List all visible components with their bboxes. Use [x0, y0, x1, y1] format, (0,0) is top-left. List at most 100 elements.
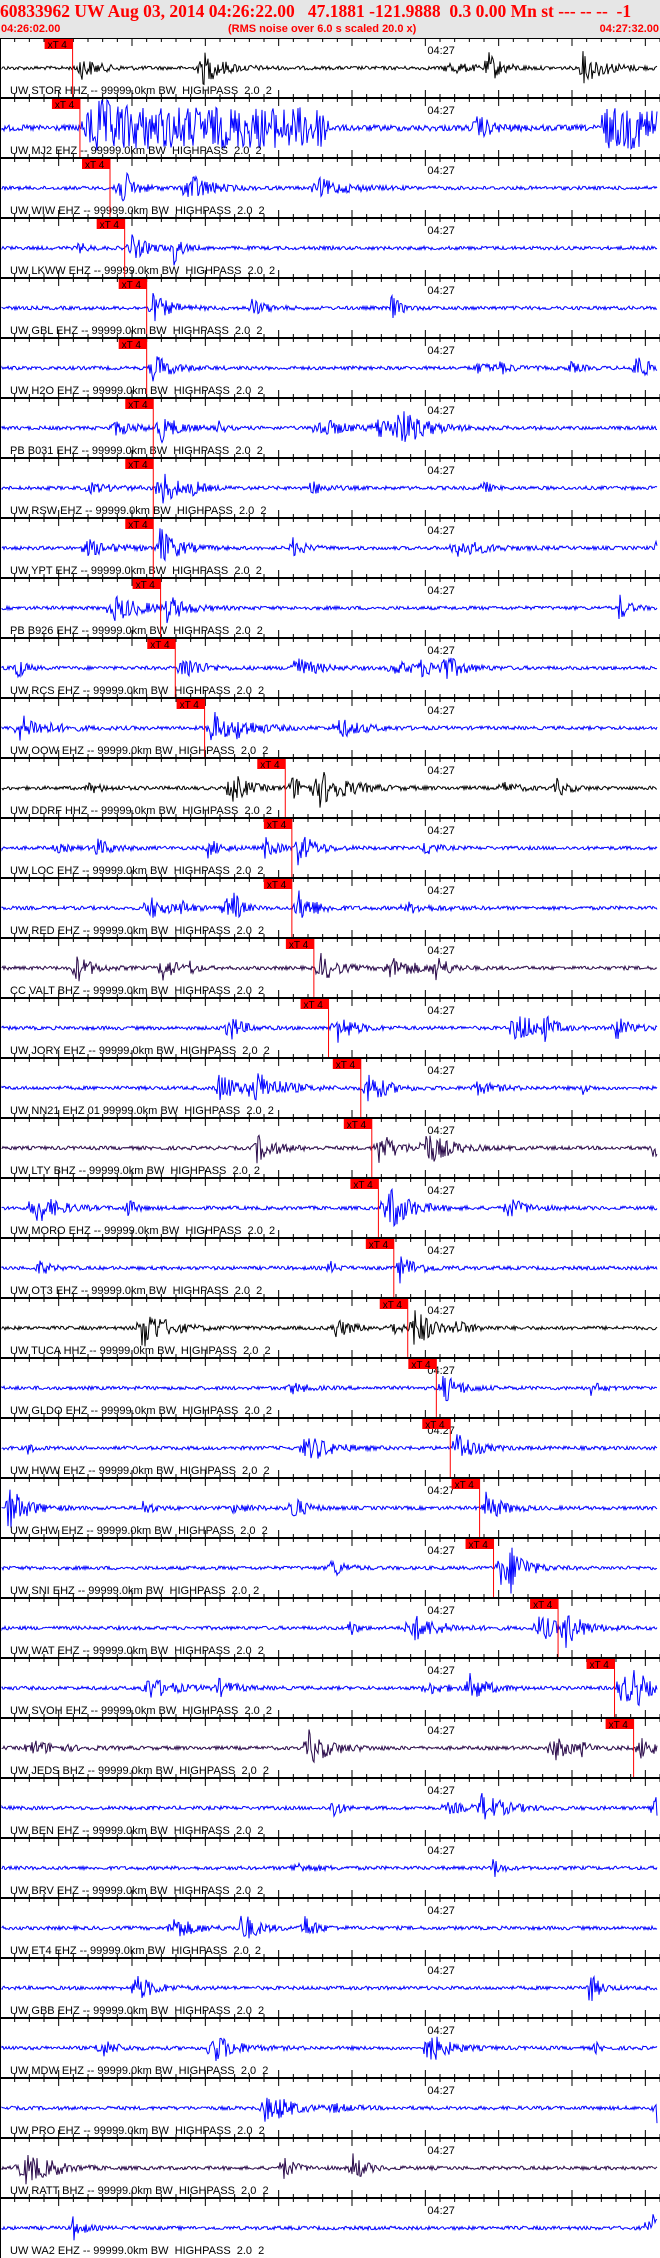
pick-marker: xT 4	[465, 1539, 495, 1598]
seismogram-plot: 04:27 UW STOR HHZ -- 99999.0km BW HIGHPAS…	[0, 38, 660, 2258]
pick-label: xT 4	[347, 1120, 367, 1131]
trace-label: UW MORO EHZ -- 99999.0km BW HIGHPASS 2.0…	[10, 1225, 275, 1237]
pick-label: xT 4	[100, 220, 120, 231]
minute-label: 04:27	[427, 1545, 455, 1557]
trace-panel: 04:27 UW BRV EHZ -- 99999.0km BW HIGHPASS…	[0, 1830, 660, 1897]
trace-panel: 04:27 UW MDW EHZ -- 99999.0km BW HIGHPASS…	[0, 2010, 660, 2077]
waveform	[1, 292, 658, 322]
trace-label: UW SNI EHZ -- 99999.0km BW HIGHPASS 2.0 …	[10, 1585, 259, 1597]
waveform	[1, 1489, 658, 1528]
start-time: 04:26:02.00	[1, 23, 61, 35]
minute-label: 04:27	[427, 345, 455, 357]
trace-panel: 04:27 UW OT3 EHZ -- 99999.0km BW HIGHPASS…	[0, 1230, 660, 1298]
minute-label: 04:27	[427, 45, 455, 57]
trace-label: UW RSW EHZ -- 99999.0km BW HIGHPASS 2.0 …	[10, 505, 267, 517]
minute-label: 04:27	[427, 525, 455, 537]
trace-panel: 04:27 PB B031 EHZ -- 99999.0km BW HIGHPAS…	[0, 390, 660, 458]
trace-label: PB B926 EHZ -- 99999.0km BW HIGHPASS 2.0…	[10, 625, 263, 637]
waveform	[1, 1187, 658, 1228]
pick-label: xT 4	[267, 880, 287, 891]
minute-label: 04:27	[427, 1125, 455, 1137]
trace-label: UW SVOH EHZ -- 99999.0km BW HIGHPASS 2.0…	[10, 1705, 272, 1717]
pick-label: xT 4	[55, 100, 75, 111]
trace-panel: 04:27 UW LTY BHZ -- 99999.0km BW HIGHPASS…	[0, 1110, 660, 1178]
minute-label: 04:27	[427, 1665, 455, 1677]
trace-label: UW STOR HHZ -- 99999.0km BW HIGHPASS 2.0…	[10, 85, 272, 97]
trace-label: UW WIW EHZ -- 99999.0km BW HIGHPASS 2.0 …	[10, 205, 265, 217]
waveform	[1, 711, 658, 741]
trace-label: UW RCS EHZ -- 99999.0km BW HIGHPASS 2.0 …	[10, 685, 264, 697]
trace-panel: 04:27 UW GBB EHZ -- 99999.0km BW HIGHPASS…	[0, 1950, 660, 2017]
trace-label: CC VALT BHZ -- 99999.0km BW HIGHPASS 2.0…	[10, 985, 264, 997]
minute-label: 04:27	[427, 585, 455, 597]
trace-panel: 04:27UW GLDO EHZ -- 99999.0km BW HIGHPAS…	[0, 1350, 660, 1418]
trace-label: UW ET4 EHZ -- 99999.0km BW HIGHPASS 2.0 …	[10, 1945, 261, 1957]
trace-label: UW MDW EHZ -- 99999.0km BW HIGHPASS 2.0 …	[10, 2065, 268, 2077]
minute-label: 04:27	[427, 1245, 455, 1257]
minute-label: 04:27	[427, 705, 455, 717]
trace-label: UW GBL EHZ -- 99999.0km BW HIGHPASS 2.0 …	[10, 325, 262, 337]
pick-label: xT 4	[369, 1240, 389, 1251]
trace-panel: 04:27 UW MORO EHZ -- 99999.0km BW HIGHPAS…	[0, 1170, 660, 1238]
event-header: 60833962 UW Aug 03, 2014 04:26:22.00 47.…	[0, 0, 660, 38]
trace-panel: 04:27 UW YPT EHZ -- 99999.0km BW HIGHPASS…	[0, 510, 660, 578]
trace-panel: 04:27UW NN21 EHZ 01 99999.0km BW HIGHPAS…	[0, 1050, 660, 1118]
minute-label: 04:27	[427, 2145, 455, 2157]
minute-label: 04:27	[427, 2205, 455, 2217]
minute-label: 04:27	[427, 285, 455, 297]
trace-panel: 04:27 UW TUCA HHZ -- 99999.0km BW HIGHPAS…	[0, 1290, 660, 1358]
trace-label: UW TUCA HHZ -- 99999.0km BW HIGHPASS 2.0…	[10, 1345, 271, 1357]
trace-panel: 04:27 UW LKWW EHZ -- 99999.0km BW HIGHPAS…	[0, 210, 660, 278]
trace-panel: 04:27 UW DDRF HHZ -- 99999.0km BW HIGHPAS…	[0, 750, 660, 818]
waveform	[1, 1974, 658, 2002]
trace-label: UW MJ2 EHZ -- 99999.0km BW HIGHPASS 2.0 …	[10, 145, 262, 157]
trace-label: UW BRV EHZ -- 99999.0km BW HIGHPASS 2.0 …	[10, 1885, 263, 1897]
trace-label: UW GHW EHZ -- 99999.0km BW HIGHPASS 2.0 …	[10, 1525, 268, 1537]
waveform	[1, 528, 658, 562]
trace-label: UW HWW EHZ -- 99999.0km BW HIGHPASS 2.0 …	[10, 1465, 270, 1477]
trace-panel: 04:27UW HWW EHZ -- 99999.0km BW HIGHPASS…	[0, 1410, 660, 1478]
trace-label: UW OT3 EHZ -- 99999.0km BW HIGHPASS 2.0 …	[10, 1285, 262, 1297]
minute-label: 04:27	[427, 1485, 455, 1497]
minute-label: 04:27	[427, 165, 455, 177]
trace-panel: 04:27 UW PRO EHZ -- 99999.0km BW HIGHPASS…	[0, 2070, 660, 2137]
trace-label: UW H2O EHZ -- 99999.0km BW HIGHPASS 2.0 …	[10, 385, 263, 397]
waveform	[1, 1915, 658, 1939]
waveform	[1, 2097, 658, 2124]
trace-panel: 04:27 UW WAT EHZ -- 99999.0km BW HIGHPASS…	[0, 1590, 660, 1658]
waveform	[1, 657, 658, 679]
waveform	[1, 1670, 658, 1707]
trace-label: UW RED EHZ -- 99999.0km BW HIGHPASS 2.0 …	[10, 925, 264, 937]
trace-panel: 04:27 UW JEDS BHZ -- 99999.0km BW HIGHPAS…	[0, 1710, 660, 1778]
minute-label: 04:27	[427, 225, 455, 237]
pick-label: xT 4	[425, 1420, 445, 1431]
waveform	[1, 1375, 658, 1402]
waveform	[1, 1015, 658, 1043]
waveform	[1, 473, 658, 504]
waveform	[1, 890, 658, 919]
pick-label: xT 4	[383, 1300, 403, 1311]
trace-label: PB B031 EHZ -- 99999.0km BW HIGHPASS 2.0…	[10, 445, 263, 457]
trace-label: UW GBB EHZ -- 99999.0km BW HIGHPASS 2.0 …	[10, 2005, 264, 2017]
minute-label: 04:27	[427, 1005, 455, 1017]
waveform	[1, 171, 658, 202]
waveform	[1, 98, 658, 151]
waveform	[1, 1073, 658, 1102]
minute-label: 04:27	[427, 465, 455, 477]
waveform	[1, 952, 658, 982]
waveform	[1, 836, 658, 866]
pick-label: xT 4	[289, 940, 309, 951]
minute-label: 04:27	[427, 2025, 455, 2037]
waveform	[1, 1792, 658, 1820]
waveform	[1, 1859, 658, 1877]
minute-label: 04:27	[427, 1965, 455, 1977]
pick-label: xT 4	[128, 400, 148, 411]
trace-label: UW OOW EHZ -- 99999.0km BW HIGHPASS 2.0 …	[10, 745, 268, 757]
trace-panel: 04:27 UW RCS EHZ -- 99999.0km BW HIGHPASS…	[0, 630, 660, 698]
trace-panel: 04:27 UW GBL EHZ -- 99999.0km BW HIGHPASS…	[0, 270, 660, 338]
trace-panel: 04:27 UW WIW EHZ -- 99999.0km BW HIGHPASS…	[0, 150, 660, 218]
pick-label: xT 4	[122, 340, 142, 351]
trace-panel: 04:27 UW ET4 EHZ -- 99999.0km BW HIGHPASS…	[0, 1890, 660, 1957]
waveform	[1, 1615, 658, 1648]
minute-label: 04:27	[427, 105, 455, 117]
